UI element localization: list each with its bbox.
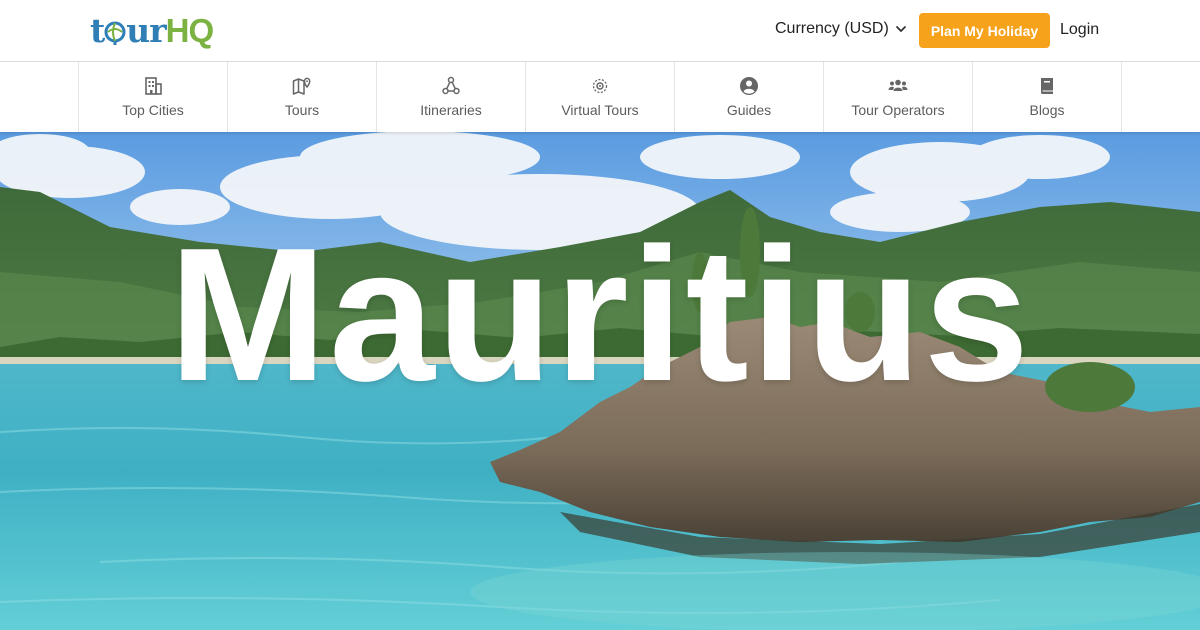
nav-item-guides[interactable]: Guides — [675, 62, 824, 132]
nav-item-top-cities[interactable]: Top Cities — [79, 62, 228, 132]
nav-items: Top Cities Tours Itineraries Virtual Tou… — [78, 62, 1122, 132]
virtual-tour-icon — [592, 78, 608, 94]
nav-item-blogs[interactable]: Blogs — [973, 62, 1122, 132]
logo-part-tour-suffix: ur — [126, 10, 166, 50]
currency-label: Currency (USD) — [775, 20, 889, 37]
itinerary-nodes-icon — [442, 76, 460, 95]
nav-item-label: Tour Operators — [851, 102, 945, 118]
nav-item-label: Top Cities — [122, 102, 184, 118]
logo-wordmark: t urHQ — [90, 10, 214, 50]
chevron-down-icon — [895, 26, 906, 33]
globe-icon — [104, 21, 126, 45]
hero-banner: Mauritius — [0, 132, 1200, 630]
building-icon — [145, 77, 162, 95]
hero-title: Mauritius — [168, 209, 1032, 421]
logo-part-hq: HQ — [165, 11, 214, 49]
map-pin-icon — [292, 77, 311, 95]
site-header: t urHQ Currency (USD) Plan My Holiday Lo… — [0, 0, 1200, 62]
book-icon — [1041, 78, 1053, 94]
nav-item-label: Virtual Tours — [561, 102, 639, 118]
currency-selector[interactable]: Currency (USD) — [775, 20, 907, 38]
nav-item-label: Blogs — [1029, 102, 1065, 118]
nav-item-virtual-tours[interactable]: Virtual Tours — [526, 62, 675, 132]
nav-item-tours[interactable]: Tours — [228, 62, 377, 132]
users-group-icon — [888, 79, 908, 91]
user-circle-icon — [740, 77, 758, 95]
plan-my-holiday-button[interactable]: Plan My Holiday — [919, 13, 1050, 48]
tourhq-logo[interactable]: t urHQ — [90, 8, 214, 52]
nav-item-label: Tours — [284, 102, 320, 118]
nav-item-label: Itineraries — [420, 102, 482, 118]
nav-item-tour-operators[interactable]: Tour Operators — [824, 62, 973, 132]
main-nav: Top Cities Tours Itineraries Virtual Tou… — [0, 62, 1200, 132]
login-link[interactable]: Login — [1060, 21, 1099, 39]
nav-item-itineraries[interactable]: Itineraries — [377, 62, 526, 132]
nav-item-label: Guides — [726, 102, 772, 118]
